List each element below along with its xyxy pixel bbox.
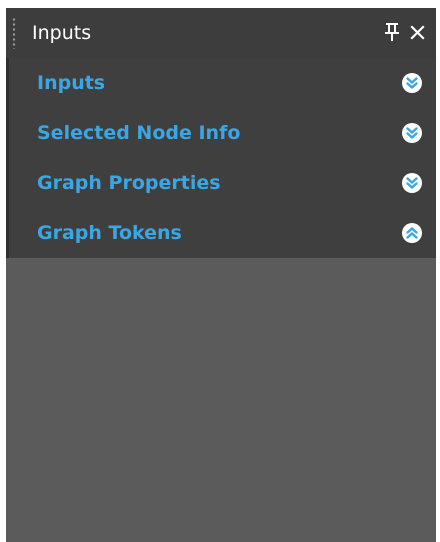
section-label: Graph Properties [37,172,221,194]
section-label: Selected Node Info [37,122,241,144]
chevron-double-down-icon[interactable] [401,72,423,94]
drag-grip-icon[interactable] [12,17,16,49]
panel-title: Inputs [32,22,92,44]
chevron-double-up-icon[interactable] [401,222,423,244]
chevron-double-down-icon[interactable] [401,172,423,194]
section-inputs[interactable]: Inputs [6,58,436,108]
section-label: Graph Tokens [37,222,182,244]
pin-button[interactable] [382,19,402,45]
close-icon [410,25,425,40]
inputs-panel: Inputs Inputs Selected Node Info Graph P… [6,8,436,542]
section-selected-node-info[interactable]: Selected Node Info [6,108,436,158]
close-button[interactable] [406,19,430,45]
panel-titlebar[interactable]: Inputs [6,8,436,58]
section-graph-tokens[interactable]: Graph Tokens [6,208,436,258]
pin-icon [385,23,399,41]
accordion: Inputs Selected Node Info Graph Properti [6,58,436,258]
section-label: Inputs [37,72,106,94]
section-graph-properties[interactable]: Graph Properties [6,158,436,208]
chevron-double-down-icon[interactable] [401,122,423,144]
